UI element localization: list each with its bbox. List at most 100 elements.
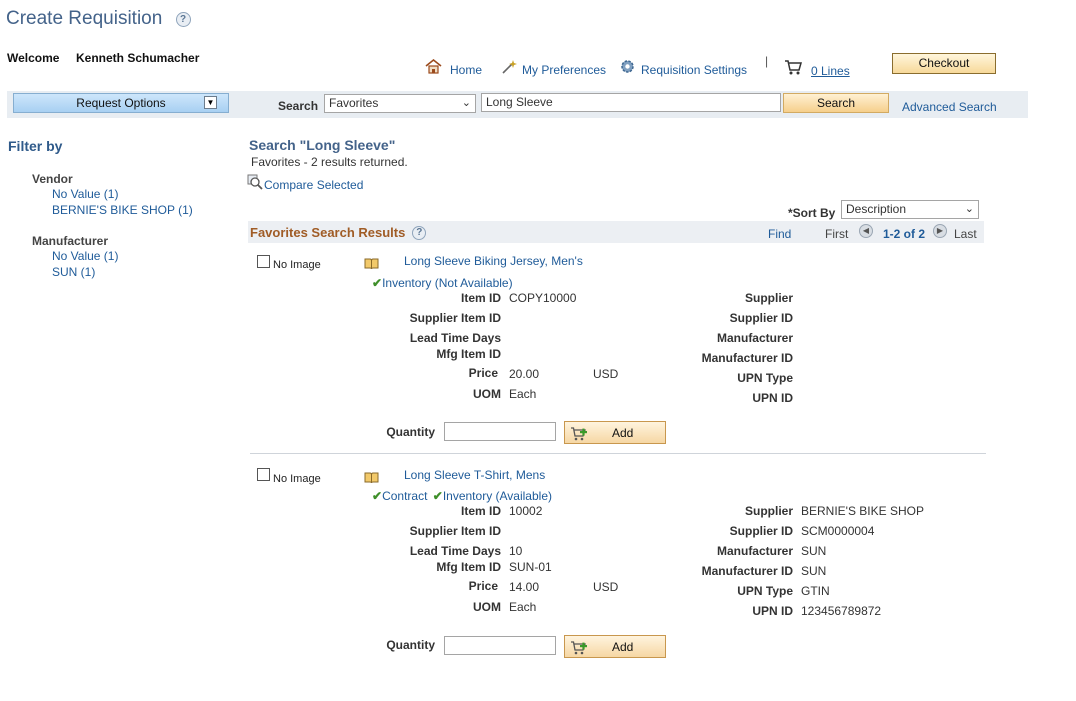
- compare-selected-link[interactable]: Compare Selected: [247, 172, 363, 192]
- manufacturer-label: Manufacturer: [716, 331, 793, 345]
- uom-value: Each: [509, 600, 537, 614]
- currency-value: USD: [593, 367, 619, 381]
- item-title-link[interactable]: Long Sleeve T-Shirt, Mens: [404, 468, 545, 482]
- upn-type-label: UPN Type: [737, 371, 793, 385]
- welcome-label: Welcome: [7, 51, 60, 65]
- upn-id-value: 123456789872: [801, 604, 882, 618]
- item-divider: [250, 453, 986, 454]
- filter-vendor-no-value[interactable]: No Value (1): [52, 187, 118, 201]
- gear-icon: [621, 60, 634, 73]
- search-input[interactable]: Long Sleeve: [481, 93, 781, 112]
- item-select-checkbox[interactable]: [257, 255, 270, 268]
- request-options-button[interactable]: Request Options ▼: [13, 93, 229, 113]
- page-count: 1-2 of 2: [883, 227, 926, 241]
- page-title: Create Requisition ?: [6, 8, 191, 30]
- manufacturer-id-label: Manufacturer ID: [701, 564, 793, 578]
- availability: ✔Contract ✔Inventory (Available): [372, 489, 552, 503]
- price-label: Price: [468, 579, 498, 593]
- uom-label: UOM: [473, 600, 501, 614]
- search-scope-select[interactable]: Favorites ⌄: [324, 94, 476, 113]
- filter-group-vendor: Vendor: [32, 172, 73, 186]
- mfg-item-id-label: Mfg Item ID: [436, 347, 501, 361]
- quantity-input[interactable]: [444, 422, 556, 441]
- upn-type-label: UPN Type: [737, 584, 793, 598]
- filter-manufacturer-sun[interactable]: SUN (1): [52, 265, 95, 279]
- find-link[interactable]: Find: [768, 227, 791, 241]
- add-cart-icon: [571, 427, 587, 441]
- compare-icon: [247, 174, 263, 190]
- checkout-button[interactable]: Checkout: [892, 53, 996, 74]
- catalog-book-icon: [364, 258, 379, 270]
- search-label: Search: [278, 99, 319, 113]
- price-value: 14.00: [509, 580, 540, 594]
- chevron-down-icon: ⌄: [461, 97, 471, 109]
- quantity-label: Quantity: [386, 638, 435, 652]
- results-count: Favorites - 2 results returned.: [251, 155, 408, 169]
- previous-arrow-icon[interactable]: ◀: [859, 224, 873, 238]
- no-image-label: No Image: [273, 259, 321, 271]
- manufacturer-label: Manufacturer: [716, 544, 793, 558]
- help-icon[interactable]: ?: [412, 225, 427, 240]
- supplier-label: Supplier: [744, 504, 793, 518]
- sort-by-select[interactable]: Description ⌄: [841, 200, 979, 219]
- preferences-link[interactable]: My Preferences: [501, 56, 606, 77]
- quantity-label: Quantity: [386, 425, 435, 439]
- lead-time-label: Lead Time Days: [409, 544, 501, 558]
- search-button[interactable]: Search: [783, 93, 889, 113]
- lead-time-label: Lead Time Days: [409, 331, 501, 345]
- check-icon: ✔: [372, 489, 383, 503]
- cart-link[interactable]: 0 Lines: [784, 55, 850, 78]
- supplier-id-label: Supplier ID: [729, 311, 793, 325]
- quantity-input[interactable]: [444, 636, 556, 655]
- supplier-id-label: Supplier ID: [729, 524, 793, 538]
- item-id-value: 10002: [509, 504, 543, 518]
- upn-id-label: UPN ID: [752, 604, 793, 618]
- item-id-label: Item ID: [460, 291, 501, 305]
- supplier-id-value: SCM0000004: [801, 524, 875, 538]
- check-icon: ✔: [372, 276, 383, 290]
- requisition-settings-link[interactable]: Requisition Settings: [619, 56, 747, 77]
- price-label: Price: [468, 366, 498, 380]
- add-to-cart-button[interactable]: Add: [564, 635, 666, 658]
- grid-title: Favorites Search Results ?: [250, 225, 427, 240]
- chevron-down-icon: ⌄: [964, 203, 974, 215]
- first-label: First: [825, 227, 849, 241]
- price-value: 20.00: [509, 367, 540, 381]
- add-cart-icon: [571, 641, 587, 655]
- availability: ✔Inventory (Not Available): [372, 276, 513, 290]
- manufacturer-value: SUN: [801, 544, 827, 558]
- last-label: Last: [954, 227, 977, 241]
- upn-id-label: UPN ID: [752, 391, 793, 405]
- catalog-book-icon: [364, 472, 379, 484]
- sort-by-label: *Sort By: [788, 206, 836, 220]
- check-icon: ✔: [432, 489, 443, 503]
- nav-separator: |: [765, 54, 769, 68]
- filter-vendor-bernies[interactable]: BERNIE'S BIKE SHOP (1): [52, 203, 193, 217]
- upn-type-value: GTIN: [801, 584, 830, 598]
- currency-value: USD: [593, 580, 619, 594]
- user-name: Kenneth Schumacher: [76, 51, 200, 65]
- filter-manufacturer-no-value[interactable]: No Value (1): [52, 249, 118, 263]
- help-icon[interactable]: ?: [175, 12, 191, 27]
- next-arrow-icon[interactable]: ▶: [933, 224, 947, 238]
- home-icon: [425, 59, 442, 74]
- uom-label: UOM: [473, 387, 501, 401]
- supplier-item-id-label: Supplier Item ID: [409, 524, 501, 538]
- advanced-search-link[interactable]: Advanced Search: [902, 100, 997, 114]
- wand-icon: [502, 59, 517, 74]
- supplier-value: BERNIE'S BIKE SHOP: [801, 504, 924, 518]
- item-id-label: Item ID: [460, 504, 501, 518]
- item-title-link[interactable]: Long Sleeve Biking Jersey, Men's: [404, 254, 583, 268]
- cart-icon: [785, 59, 802, 74]
- home-link[interactable]: Home: [425, 56, 482, 77]
- filter-title: Filter by: [8, 138, 63, 154]
- uom-value: Each: [509, 387, 537, 401]
- no-image-label: No Image: [273, 473, 321, 485]
- lead-time-value: 10: [509, 544, 523, 558]
- mfg-item-id-value: SUN-01: [509, 560, 552, 574]
- filter-group-manufacturer: Manufacturer: [32, 234, 109, 248]
- manufacturer-id-value: SUN: [801, 564, 827, 578]
- add-to-cart-button[interactable]: Add: [564, 421, 666, 444]
- dropdown-arrow-icon[interactable]: ▼: [204, 96, 217, 109]
- item-select-checkbox[interactable]: [257, 468, 270, 481]
